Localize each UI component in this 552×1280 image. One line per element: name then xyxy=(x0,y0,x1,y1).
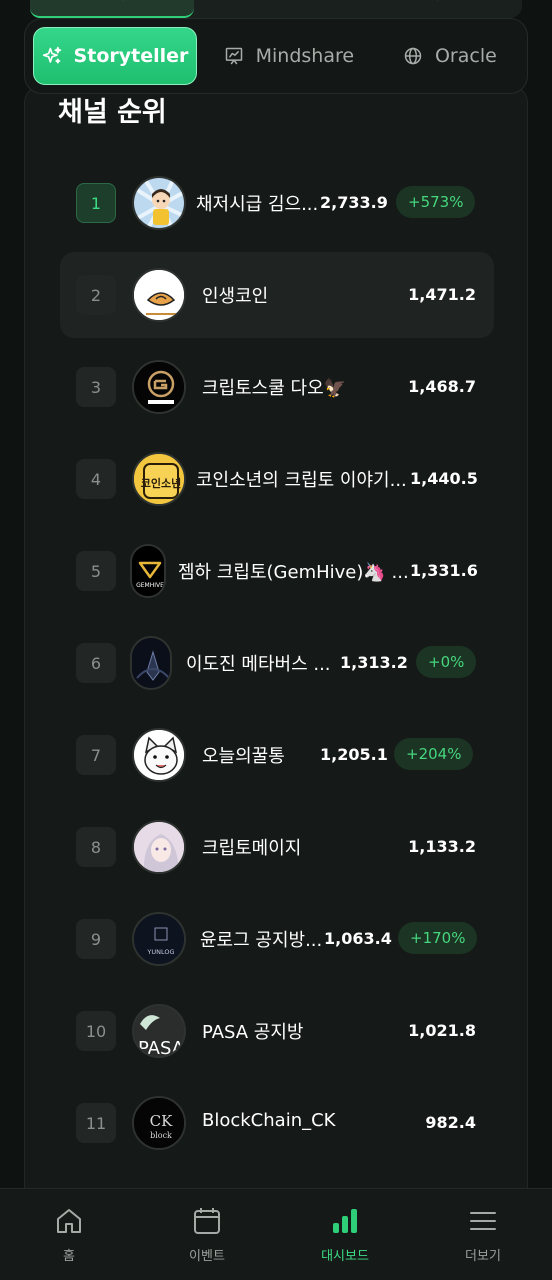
avatar-text: PASA xyxy=(138,1038,185,1058)
tab-mindshare[interactable]: Mindshare xyxy=(205,27,373,85)
channel-score: 1,471.2 xyxy=(408,285,476,304)
channel-score: 1,205.1 xyxy=(320,745,388,764)
rank-number: 8 xyxy=(76,827,116,867)
nav-dashboard-label: 대시보드 xyxy=(321,1249,369,1264)
avatar xyxy=(132,820,186,874)
bar-chart-icon xyxy=(333,1209,357,1233)
chart-board-icon xyxy=(225,47,242,65)
channel-score: 1,331.6 xyxy=(410,561,478,580)
avatar-text: 코인소년 xyxy=(141,476,181,490)
bottom-nav: 홈 이벤트 대시보드 더보기 xyxy=(0,1188,552,1280)
channel-score: 1,063.4 xyxy=(324,929,392,948)
tab-storyteller[interactable]: Storyteller xyxy=(33,27,197,85)
tab-video[interactable]: 영상 xyxy=(194,0,358,18)
avatar xyxy=(130,636,172,690)
channel-score: 2,733.9 xyxy=(320,193,388,212)
home-icon xyxy=(57,1209,81,1233)
ranking-row-9[interactable]: 9 YUNLOG 윤로그 공지방... 1,063.4 +170% xyxy=(60,896,494,982)
ranking-row-11[interactable]: 11 CK block BlockChain_CK 982.4 xyxy=(60,1080,494,1166)
channel-name: 코인소년의 크립토 이야기... xyxy=(196,470,407,491)
ranking-row-2[interactable]: 2 인생코인 1,471.2 xyxy=(60,252,494,338)
calendar-icon xyxy=(194,1208,220,1234)
avatar-text: YUNLOG xyxy=(146,948,174,956)
avatar-text: block xyxy=(150,1131,172,1140)
ranking-row-10[interactable]: 10 PASA PASA 공지방 1,021.8 xyxy=(60,988,494,1074)
ranking-row-4[interactable]: 4 코인소년 코인소년의 크립토 이야기... 1,440.5 xyxy=(60,436,494,522)
channel-score: 1,468.7 xyxy=(408,377,476,396)
change-badge: +0% xyxy=(416,646,477,678)
globe-icon xyxy=(404,47,422,65)
avatar xyxy=(132,360,186,414)
nav-home[interactable]: 홈 xyxy=(0,1189,138,1280)
rank-number: 6 xyxy=(76,643,116,683)
rank-number: 5 xyxy=(76,551,116,591)
channel-score: 1,133.2 xyxy=(408,837,476,856)
channel-name: 크립토메이지 xyxy=(202,838,302,859)
avatar: CK block xyxy=(132,1096,186,1150)
rank-number: 3 xyxy=(76,367,116,407)
tab-oracle[interactable]: Oracle xyxy=(381,27,519,85)
avatar xyxy=(132,728,186,782)
channel-name: 크립토스쿨 다오🦅 xyxy=(202,378,347,399)
rank-number: 2 xyxy=(76,275,116,315)
channel-name: 윤로그 공지방... xyxy=(200,930,323,951)
channel-score: 982.4 xyxy=(425,1113,476,1132)
avatar-text: CK xyxy=(150,1112,173,1130)
nav-dashboard[interactable]: 대시보드 xyxy=(276,1189,414,1280)
avatar: PASA xyxy=(132,1004,186,1058)
ranking-list: 1 채저시급 김으... 2,733.9 +573% 2 인생코인 1,471.… xyxy=(60,160,494,1172)
ranking-row-1[interactable]: 1 채저시급 김으... 2,733.9 +573% xyxy=(60,160,494,246)
tab-mindshare-label: Mindshare xyxy=(255,45,355,67)
channel-score: 1,021.8 xyxy=(408,1021,476,1040)
section-title: 채널 순위 xyxy=(58,97,167,128)
avatar: YUNLOG xyxy=(132,912,186,966)
sparkle-icon xyxy=(42,46,61,64)
avatar: GEMHIVE xyxy=(130,544,166,598)
channel-score: 1,440.5 xyxy=(410,469,478,488)
ranking-row-6[interactable]: 6 이도진 메타버스 ... 1,313.2 +0% xyxy=(60,620,494,706)
change-badge: +170% xyxy=(398,922,478,954)
rank-number: 4 xyxy=(76,459,116,499)
channel-name: 인생코인 xyxy=(202,286,269,307)
app-root: 전체 영상 이벤 Storyteller Mindshare xyxy=(0,0,552,1280)
rank-number: 9 xyxy=(76,919,116,959)
channel-name: PASA 공지방 xyxy=(202,1022,304,1043)
rank-number: 11 xyxy=(76,1103,116,1143)
rank-number: 1 xyxy=(76,183,116,223)
avatar xyxy=(132,268,186,322)
category-tab-bar: Storyteller Mindshare Oracle xyxy=(24,18,528,94)
nav-events[interactable]: 이벤트 xyxy=(138,1189,276,1280)
ranking-row-5[interactable]: 5 GEMHIVE 젬하 크립토(GemHive)🦄 ... 1,331.6 xyxy=(60,528,494,614)
tab-event[interactable]: 이벤 xyxy=(358,0,522,18)
change-badge: +573% xyxy=(396,186,476,218)
channel-name: 이도진 메타버스 ... xyxy=(186,654,331,675)
nav-home-label: 홈 xyxy=(63,1249,75,1264)
menu-icon xyxy=(470,1212,496,1230)
nav-events-label: 이벤트 xyxy=(189,1249,225,1264)
channel-name: BlockChain_CK xyxy=(202,1110,336,1131)
avatar xyxy=(132,176,186,230)
channel-score: 1,313.2 xyxy=(340,653,408,672)
nav-more-label: 더보기 xyxy=(465,1249,501,1264)
ranking-row-7[interactable]: 7 오늘의꿀통 1,205.1 +204% xyxy=(60,712,494,798)
ranking-row-8[interactable]: 8 크립토메이지 1,133.2 xyxy=(60,804,494,890)
tab-all[interactable]: 전체 xyxy=(30,0,194,18)
avatar: 코인소년 xyxy=(132,452,186,506)
tab-oracle-label: Oracle xyxy=(434,45,497,67)
tab-storyteller-label: Storyteller xyxy=(73,45,189,67)
ranking-row-3[interactable]: 3 크립토스쿨 다오🦅 1,468.7 xyxy=(60,344,494,430)
rank-number: 7 xyxy=(76,735,116,775)
channel-name: 채저시급 김으... xyxy=(196,194,319,215)
change-badge: +204% xyxy=(394,738,474,770)
top-tab-bar: 전체 영상 이벤 xyxy=(30,0,522,18)
nav-more[interactable]: 더보기 xyxy=(414,1189,552,1280)
rank-number: 10 xyxy=(76,1011,116,1051)
channel-name: 젬하 크립토(GemHive)🦄 ... xyxy=(178,562,409,583)
avatar-text: GEMHIVE xyxy=(136,582,164,589)
